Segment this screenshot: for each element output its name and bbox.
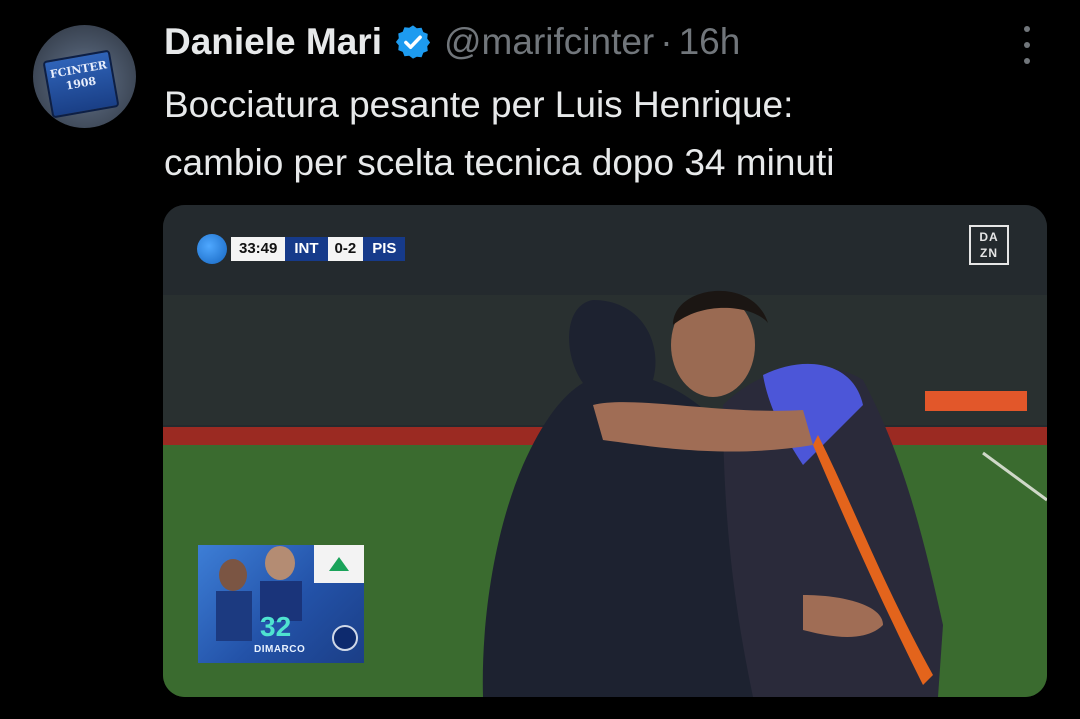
away-team: PIS xyxy=(363,237,406,261)
tweet-text: Bocciatura pesante per Luis Henrique: ca… xyxy=(164,76,1054,192)
substitution-card: 32 DIMARCO xyxy=(198,545,364,663)
scorebug: 33:49 INT 0-2 PIS xyxy=(197,234,406,264)
tweet-media-image[interactable]: 33:49 INT 0-2 PIS DA ZN 32 DIMARCO xyxy=(163,205,1047,697)
match-score: 0-2 xyxy=(327,237,364,261)
tweet-timestamp[interactable]: 16h xyxy=(679,21,741,63)
sub-in-indicator xyxy=(314,545,364,583)
tweet-text-line-1: Bocciatura pesante per Luis Henrique: xyxy=(164,84,794,125)
author-avatar[interactable]: FCINTER 1908 xyxy=(33,25,136,128)
avatar-logo: FCINTER 1908 xyxy=(42,49,120,119)
separator-dot: · xyxy=(660,21,673,62)
player-number: 32 xyxy=(260,611,292,642)
more-options-icon[interactable] xyxy=(1017,26,1037,64)
verified-badge-icon xyxy=(395,25,431,59)
author-name[interactable]: Daniele Mari xyxy=(164,21,382,63)
arrow-up-icon xyxy=(329,557,349,571)
player-name: DIMARCO xyxy=(254,644,306,655)
author-handle[interactable]: @marifcinter xyxy=(444,21,654,63)
dazn-logo: DA ZN xyxy=(969,225,1009,265)
club-crest-icon xyxy=(332,625,358,651)
home-team: INT xyxy=(285,237,328,261)
tweet-header: Daniele Mari @marifcinter · 16h xyxy=(164,18,740,66)
tweet-text-line-2: cambio per scelta tecnica dopo 34 minuti xyxy=(164,142,835,183)
league-logo-icon xyxy=(197,234,227,264)
match-clock: 33:49 xyxy=(231,237,286,261)
